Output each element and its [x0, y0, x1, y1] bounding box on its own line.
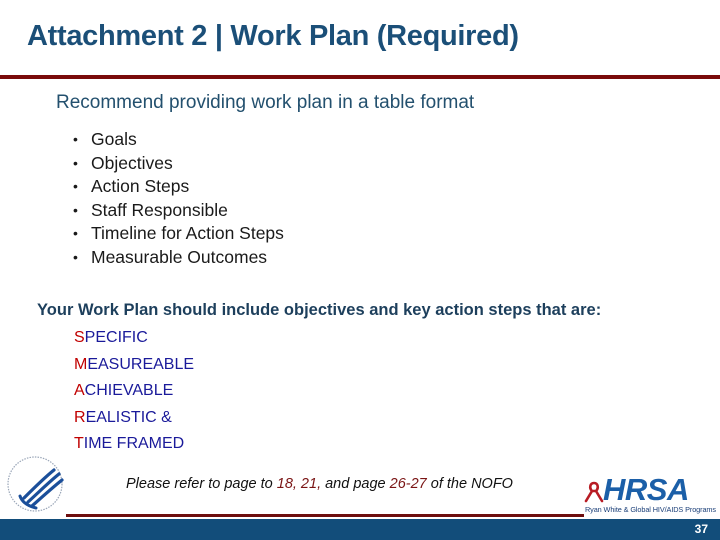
hrsa-tagline: Ryan White & Global HIV/AIDS Programs [585, 505, 716, 514]
title-divider [0, 75, 720, 79]
smart-item-specific: SPECIFIC [74, 325, 194, 352]
page-reference: 26-27 [389, 476, 427, 492]
work-plan-heading: Your Work Plan should include objectives… [37, 301, 602, 319]
footer-divider [66, 514, 584, 517]
list-item: • Objectives [73, 152, 284, 176]
nofo-reference-note: Please refer to page to 18, 21, and page… [126, 476, 513, 492]
bullet-icon: • [73, 248, 78, 265]
hrsa-logo: HRSA Ryan White & Global HIV/AIDS Progra… [583, 472, 718, 516]
smart-initial: T [74, 435, 84, 453]
list-item-label: Staff Responsible [91, 199, 228, 220]
smart-rest: IME FRAMED [83, 435, 185, 453]
list-item: • Staff Responsible [73, 199, 284, 223]
smart-item-realistic: REALISTIC & [74, 405, 194, 432]
smart-initial: S [74, 329, 85, 346]
hrsa-wordmark: HRSA [603, 472, 689, 507]
list-item: • Goals [73, 128, 284, 152]
list-item-label: Timeline for Action Steps [91, 223, 284, 244]
smart-initial: A [74, 382, 85, 400]
list-item-label: Action Steps [91, 176, 190, 197]
subtitle: Recommend providing work plan in a table… [56, 92, 475, 113]
list-item-label: Measurable Outcomes [91, 246, 268, 267]
smart-item-achievable: ACHIEVABLE [74, 378, 194, 405]
bullet-icon: • [73, 225, 78, 242]
smart-item-measureable: MEASUREABLE [74, 352, 194, 379]
note-text: and page [321, 476, 390, 492]
smart-rest: CHIEVABLE [84, 382, 174, 400]
note-text: of the NOFO [426, 476, 513, 492]
bullet-icon: • [73, 201, 78, 218]
note-text: Please refer to page to [126, 476, 277, 492]
smart-rest: EASUREABLE [87, 355, 195, 373]
list-item: • Timeline for Action Steps [73, 222, 284, 246]
footer-bar: 37 [0, 519, 720, 540]
smart-rest: PECIFIC [84, 329, 148, 346]
hhs-eagle-seal-logo [7, 456, 64, 512]
smart-rest: EALISTIC & [85, 408, 172, 426]
slide-title: Attachment 2 | Work Plan (Required) [27, 20, 519, 52]
bullet-icon: • [73, 154, 78, 171]
smart-initial: M [74, 355, 88, 373]
smart-initial: R [74, 408, 86, 426]
list-item-label: Objectives [91, 152, 173, 173]
list-item: • Measurable Outcomes [73, 246, 284, 270]
bullet-icon: • [73, 131, 78, 147]
smart-criteria-list: SPECIFIC MEASUREABLE ACHIEVABLE REALISTI… [74, 325, 194, 458]
work-plan-components-list: • Goals • Objectives • Action Steps • Staff … [73, 128, 284, 270]
list-item-label: Goals [91, 129, 137, 149]
page-reference: 18, 21, [276, 476, 322, 492]
smart-item-time-framed: TIME FRAMED [74, 431, 194, 458]
bullet-icon: • [73, 178, 78, 195]
list-item: • Action Steps [73, 175, 284, 199]
page-number: 37 [694, 522, 708, 536]
red-ribbon-icon [584, 481, 604, 503]
